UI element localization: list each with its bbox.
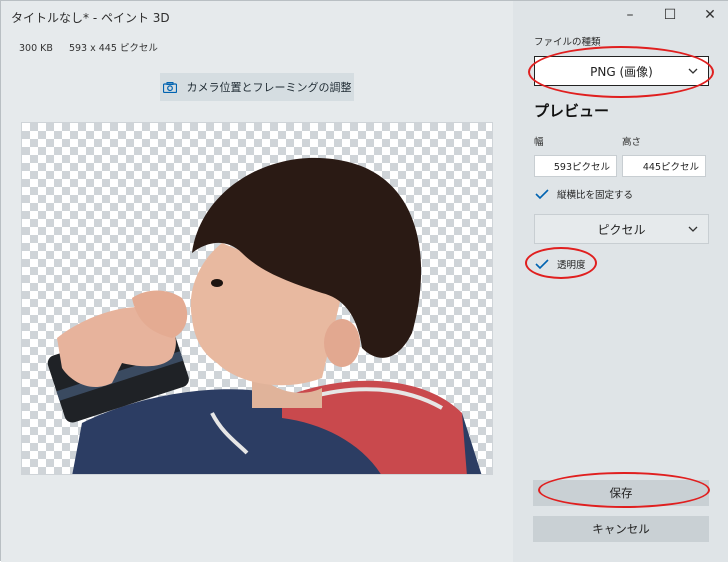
transparency-label: 透明度 (557, 259, 586, 271)
chevron-down-icon (688, 226, 698, 232)
file-type-value: PNG (画像) (590, 64, 653, 79)
child-photo-cutout (47, 157, 482, 474)
close-button[interactable]: ✕ (703, 7, 717, 23)
lock-aspect-row[interactable]: 縦横比を固定する (534, 186, 633, 201)
camera-framing-button[interactable]: カメラ位置とフレーミングの調整 (160, 73, 354, 101)
lock-aspect-checkbox[interactable] (534, 186, 549, 201)
width-input[interactable]: 593ピクセル (534, 155, 617, 177)
checkmark-icon (534, 258, 549, 269)
camera-framing-label: カメラ位置とフレーミングの調整 (186, 81, 352, 94)
minimize-button[interactable]: – (623, 7, 637, 23)
unit-dropdown[interactable]: ピクセル (534, 214, 709, 244)
checkmark-icon (534, 188, 549, 199)
file-size: 300 KB (19, 43, 53, 54)
paint3d-export-window: タイトルなし* - ペイント 3D 300 KB 593 x 445 ピクセル … (0, 0, 728, 562)
height-input[interactable]: 445ピクセル (622, 155, 706, 177)
window-title: タイトルなし* - ペイント 3D (11, 11, 170, 25)
image-preview (21, 122, 493, 475)
save-button[interactable]: 保存 (533, 480, 709, 506)
cancel-button[interactable]: キャンセル (533, 516, 709, 542)
unit-value: ピクセル (597, 222, 646, 237)
window-controls: – ☐ ✕ (623, 7, 717, 23)
chevron-down-icon (688, 68, 698, 74)
file-type-label: ファイルの種類 (534, 37, 601, 48)
preview-heading: プレビュー (534, 102, 610, 120)
camera-icon (162, 81, 177, 93)
width-label: 幅 (534, 137, 544, 148)
transparency-row[interactable]: 透明度 (534, 256, 586, 271)
image-dimensions: 593 x 445 ピクセル (68, 43, 158, 54)
maximize-button[interactable]: ☐ (663, 7, 677, 23)
transparency-checkbox[interactable] (534, 256, 549, 271)
image-info: 300 KB 593 x 445 ピクセル (19, 40, 158, 54)
height-label: 高さ (622, 137, 642, 148)
lock-aspect-label: 縦横比を固定する (557, 189, 634, 201)
file-type-dropdown[interactable]: PNG (画像) (534, 56, 709, 86)
preview-area: タイトルなし* - ペイント 3D 300 KB 593 x 445 ピクセル … (1, 1, 513, 562)
